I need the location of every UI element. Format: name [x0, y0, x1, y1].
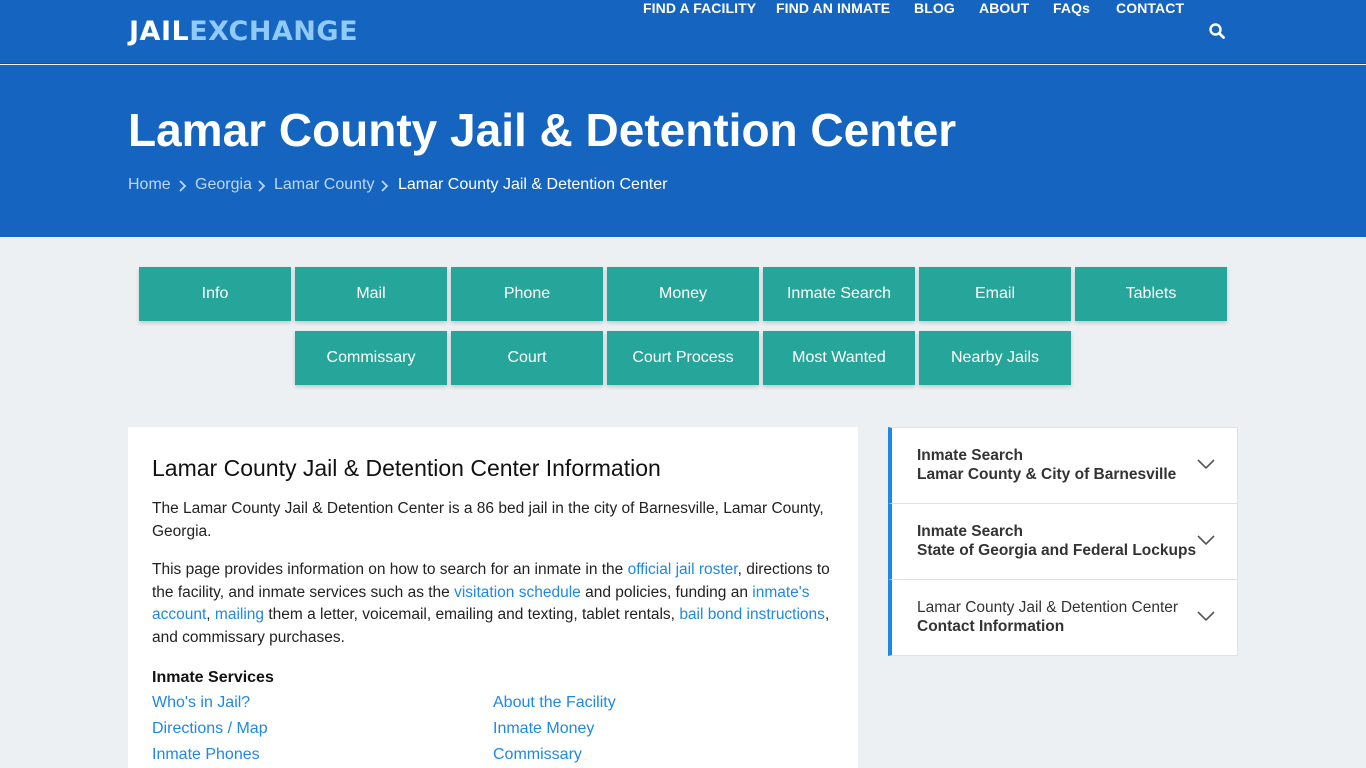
page-title: Lamar County Jail & Detention Center — [128, 104, 957, 156]
top-navbar: JAILEXCHANGE FIND A FACILITY FIND AN INM… — [0, 0, 1366, 64]
chevron-down-icon — [1197, 535, 1215, 546]
tab-phone[interactable]: Phone — [451, 267, 603, 321]
info-card: Lamar County Jail & Detention Center Inf… — [128, 427, 858, 768]
nav-about[interactable]: ABOUT — [979, 0, 1029, 16]
intro-paragraph: The Lamar County Jail & Detention Center… — [152, 500, 824, 540]
nav-blog[interactable]: BLOG — [914, 0, 955, 16]
breadcrumb-lamar-county[interactable]: Lamar County — [274, 176, 375, 194]
tab-money[interactable]: Money — [607, 267, 759, 321]
accordion-subtitle: Lamar County & City of Barnesville — [917, 466, 1177, 483]
jail-roster-link[interactable]: official jail roster — [628, 561, 738, 578]
inmate-services-title: Inmate Services — [152, 669, 274, 686]
nav-find-a-facility[interactable]: FIND A FACILITY — [643, 0, 756, 16]
text: and policies, funding an — [580, 583, 753, 601]
tab-commissary[interactable]: Commissary — [295, 331, 447, 385]
text: , — [206, 606, 215, 623]
search-icon[interactable] — [1208, 22, 1226, 40]
service-link-inmate-phones[interactable]: Inmate Phones — [152, 746, 260, 764]
breadcrumb-home[interactable]: Home — [128, 176, 171, 194]
nav-find-an-inmate[interactable]: FIND AN INMATE — [776, 0, 890, 16]
accordion-title: Inmate Search — [917, 447, 1023, 464]
services-paragraph: This page provides information on how to… — [152, 559, 842, 649]
tab-mail[interactable]: Mail — [295, 267, 447, 321]
tab-nearby-jails[interactable]: Nearby Jails — [919, 331, 1071, 385]
accordion-title: Inmate Search — [917, 523, 1023, 540]
chevron-down-icon — [1197, 611, 1215, 622]
visitation-schedule-link[interactable]: visitation schedule — [454, 584, 581, 601]
breadcrumb-current: Lamar County Jail & Detention Center — [398, 176, 668, 193]
chevron-down-icon — [1197, 459, 1215, 470]
mailing-link[interactable]: mailing — [215, 606, 264, 623]
breadcrumb-georgia[interactable]: Georgia — [195, 176, 252, 194]
sidebar-accordion-inmate-search-county[interactable]: Inmate Search Lamar County & City of Bar… — [888, 427, 1238, 504]
service-link-commissary[interactable]: Commissary — [493, 746, 582, 764]
service-link-about-facility[interactable]: About the Facility — [493, 694, 616, 712]
site-logo[interactable]: JAILEXCHANGE — [129, 16, 358, 47]
bail-bond-link[interactable]: bail bond instructions — [679, 606, 825, 623]
service-link-whos-in-jail[interactable]: Who's in Jail? — [152, 694, 250, 712]
nav-contact[interactable]: CONTACT — [1116, 0, 1184, 16]
accordion-title: Lamar County Jail & Detention Center — [917, 599, 1179, 616]
tab-court[interactable]: Court — [451, 331, 603, 385]
tab-most-wanted[interactable]: Most Wanted — [763, 331, 915, 385]
sidebar-accordion-contact-info[interactable]: Lamar County Jail & Detention Center Con… — [888, 579, 1238, 656]
text: them a letter, voicemail, emailing and t… — [264, 606, 680, 623]
tab-tablets[interactable]: Tablets — [1075, 267, 1227, 321]
chevron-right-icon — [258, 180, 266, 192]
logo-part-exchange: EXCHANGE — [189, 16, 359, 47]
tab-info[interactable]: Info — [139, 267, 291, 321]
accordion-subtitle: State of Georgia and Federal Lockups — [917, 542, 1197, 559]
chevron-right-icon — [179, 180, 187, 192]
service-link-directions[interactable]: Directions / Map — [152, 720, 268, 738]
hero-banner: Lamar County Jail & Detention Center Hom… — [0, 65, 1366, 237]
info-heading: Lamar County Jail & Detention Center Inf… — [152, 455, 661, 481]
sidebar-accordion-inmate-search-state[interactable]: Inmate Search State of Georgia and Feder… — [888, 503, 1238, 580]
logo-part-jail: JAIL — [129, 16, 190, 47]
nav-faqs[interactable]: FAQs — [1053, 0, 1090, 16]
service-link-inmate-money[interactable]: Inmate Money — [493, 720, 594, 738]
chevron-right-icon — [381, 180, 389, 192]
tab-court-process[interactable]: Court Process — [607, 331, 759, 385]
tab-inmate-search[interactable]: Inmate Search — [763, 267, 915, 321]
text: This page provides information on how to… — [152, 561, 628, 578]
tab-email[interactable]: Email — [919, 267, 1071, 321]
accordion-subtitle: Contact Information — [917, 618, 1065, 635]
